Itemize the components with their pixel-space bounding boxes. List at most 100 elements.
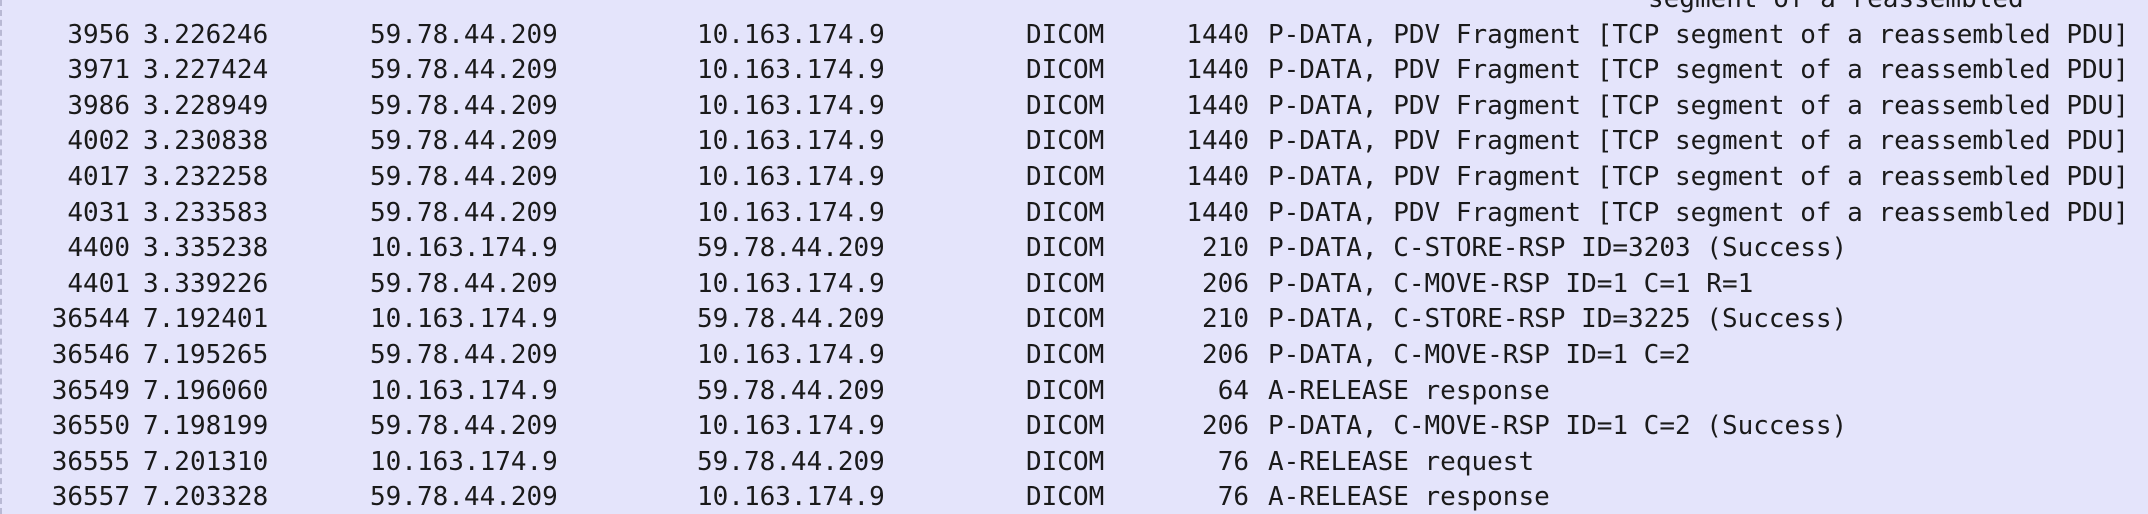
packet-destination: 10.163.174.9 — [697, 55, 885, 86]
packet-source: 59.78.44.209 — [370, 90, 558, 121]
packet-protocol: DICOM — [1026, 375, 1105, 406]
packet-time: 3.233583 — [143, 197, 269, 228]
packet-destination: 59.78.44.209 — [697, 233, 885, 264]
packet-protocol: DICOM — [1026, 233, 1105, 264]
packet-time: 7.198199 — [143, 411, 269, 442]
packet-length: 206 — [1202, 268, 1249, 299]
packet-info: P-DATA, C-MOVE-RSP ID=1 C=2 — [1268, 339, 1691, 370]
packet-protocol: DICOM — [1026, 304, 1105, 335]
packet-info: P-DATA, C-MOVE-RSP ID=1 C=1 R=1 — [1268, 268, 1754, 299]
packet-row[interactable]: 36555 7.201310 10.163.174.9 59.78.44.209… — [0, 445, 2148, 481]
packet-source: 59.78.44.209 — [370, 339, 558, 370]
packet-destination: 59.78.44.209 — [697, 375, 885, 406]
packet-destination: 10.163.174.9 — [697, 411, 885, 442]
packet-row[interactable]: 36546 7.195265 59.78.44.209 10.163.174.9… — [0, 338, 2148, 374]
packet-source: 10.163.174.9 — [370, 446, 558, 477]
packet-protocol: DICOM — [1026, 482, 1105, 513]
packet-info: A-RELEASE request — [1268, 446, 1535, 477]
packet-row[interactable]: 4401 3.339226 59.78.44.209 10.163.174.9 … — [0, 267, 2148, 303]
packet-time: 7.192401 — [143, 304, 269, 335]
packet-info: P-DATA, PDV Fragment [TCP segment of a r… — [1268, 161, 2129, 192]
packet-row[interactable]: 4031 3.233583 59.78.44.209 10.163.174.9 … — [0, 196, 2148, 232]
packet-length: 76 — [1217, 482, 1249, 513]
packet-time: 3.228949 — [143, 90, 269, 121]
packet-length: 210 — [1202, 304, 1249, 335]
packet-protocol: DICOM — [1026, 197, 1105, 228]
packet-source: 59.78.44.209 — [370, 482, 558, 513]
packet-row-partial[interactable]: segment of a reassembled — [0, 0, 2148, 18]
packet-destination: 59.78.44.209 — [697, 304, 885, 335]
packet-no: 4401 — [67, 268, 130, 299]
packet-row[interactable]: 3986 3.228949 59.78.44.209 10.163.174.9 … — [0, 89, 2148, 125]
packet-no: 36557 — [51, 482, 130, 513]
packet-source: 10.163.174.9 — [370, 375, 558, 406]
packet-info: P-DATA, PDV Fragment [TCP segment of a r… — [1268, 19, 2129, 50]
packet-time: 3.226246 — [143, 19, 269, 50]
packet-protocol: DICOM — [1026, 55, 1105, 86]
packet-row[interactable]: 4002 3.230838 59.78.44.209 10.163.174.9 … — [0, 124, 2148, 160]
packet-row[interactable]: 4017 3.232258 59.78.44.209 10.163.174.9 … — [0, 160, 2148, 196]
packet-source: 59.78.44.209 — [370, 126, 558, 157]
packet-destination: 10.163.174.9 — [697, 19, 885, 50]
packet-source: 10.163.174.9 — [370, 233, 558, 264]
packet-no: 36549 — [51, 375, 130, 406]
packet-time: 3.230838 — [143, 126, 269, 157]
packet-length: 1440 — [1186, 197, 1249, 228]
packet-protocol: DICOM — [1026, 446, 1105, 477]
packet-time: 7.195265 — [143, 339, 269, 370]
packet-length: 64 — [1217, 375, 1249, 406]
packet-no: 4017 — [67, 161, 130, 192]
packet-destination: 10.163.174.9 — [697, 197, 885, 228]
packet-info: P-DATA, PDV Fragment [TCP segment of a r… — [1268, 55, 2129, 86]
packet-protocol: DICOM — [1026, 19, 1105, 50]
packet-source: 59.78.44.209 — [370, 55, 558, 86]
packet-protocol: DICOM — [1026, 339, 1105, 370]
packet-time: 3.232258 — [143, 161, 269, 192]
packet-protocol: DICOM — [1026, 161, 1105, 192]
packet-no: 4031 — [67, 197, 130, 228]
packet-destination: 10.163.174.9 — [697, 339, 885, 370]
packet-row[interactable]: 3971 3.227424 59.78.44.209 10.163.174.9 … — [0, 53, 2148, 89]
packet-destination: 10.163.174.9 — [697, 482, 885, 513]
packet-row[interactable]: 36544 7.192401 10.163.174.9 59.78.44.209… — [0, 302, 2148, 338]
packet-length: 1440 — [1186, 161, 1249, 192]
packet-source: 10.163.174.9 — [370, 304, 558, 335]
packet-destination: 10.163.174.9 — [697, 161, 885, 192]
packet-time: 7.201310 — [143, 446, 269, 477]
packet-source: 59.78.44.209 — [370, 197, 558, 228]
packet-time: 7.203328 — [143, 482, 269, 513]
packet-length: 210 — [1202, 233, 1249, 264]
packet-info: A-RELEASE response — [1268, 375, 1550, 406]
packet-no: 36550 — [51, 411, 130, 442]
packet-info: segment of a reassembled — [1648, 0, 2024, 18]
packet-destination: 10.163.174.9 — [697, 126, 885, 157]
packet-info: P-DATA, PDV Fragment [TCP segment of a r… — [1268, 197, 2129, 228]
packet-row[interactable]: 36557 7.203328 59.78.44.209 10.163.174.9… — [0, 480, 2148, 514]
packet-destination: 10.163.174.9 — [697, 268, 885, 299]
packet-row[interactable]: 36549 7.196060 10.163.174.9 59.78.44.209… — [0, 374, 2148, 410]
packet-row[interactable]: 36550 7.198199 59.78.44.209 10.163.174.9… — [0, 409, 2148, 445]
packet-time: 3.339226 — [143, 268, 269, 299]
packet-no: 3956 — [67, 19, 130, 50]
packet-row[interactable]: 4400 3.335238 10.163.174.9 59.78.44.209 … — [0, 231, 2148, 267]
packet-length: 206 — [1202, 339, 1249, 370]
packet-info: A-RELEASE response — [1268, 482, 1550, 513]
packet-list[interactable]: segment of a reassembled 3956 3.226246 5… — [0, 0, 2148, 514]
packet-info: P-DATA, PDV Fragment [TCP segment of a r… — [1268, 90, 2129, 121]
packet-no: 36555 — [51, 446, 130, 477]
packet-time: 3.227424 — [143, 55, 269, 86]
packet-info: P-DATA, PDV Fragment [TCP segment of a r… — [1268, 126, 2129, 157]
packet-protocol: DICOM — [1026, 268, 1105, 299]
packet-length: 1440 — [1186, 55, 1249, 86]
packet-source: 59.78.44.209 — [370, 161, 558, 192]
packet-no: 4002 — [67, 126, 130, 157]
packet-no: 36544 — [51, 304, 130, 335]
packet-length: 1440 — [1186, 126, 1249, 157]
packet-protocol: DICOM — [1026, 126, 1105, 157]
packet-row[interactable]: 3956 3.226246 59.78.44.209 10.163.174.9 … — [0, 18, 2148, 54]
packet-info: P-DATA, C-STORE-RSP ID=3203 (Success) — [1268, 233, 1848, 264]
packet-no: 3986 — [67, 90, 130, 121]
packet-length: 1440 — [1186, 19, 1249, 50]
packet-no: 4400 — [67, 233, 130, 264]
packet-destination: 10.163.174.9 — [697, 90, 885, 121]
